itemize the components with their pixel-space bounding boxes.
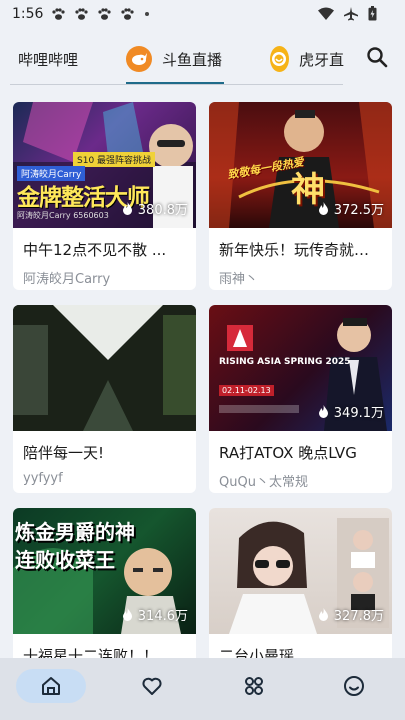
nav-favorites[interactable]: [117, 669, 187, 703]
heart-icon: [142, 677, 162, 695]
battery-icon: [368, 6, 377, 21]
tab-douyu[interactable]: 斗鱼直播: [126, 36, 225, 84]
stream-card[interactable]: RISING ASIA SPRING 2025 02.11-02.13 349.…: [209, 305, 392, 493]
flame-icon: [122, 608, 132, 621]
thumbnail-art: [13, 305, 196, 431]
thumbnail-event-date: 02.11-02.13: [219, 385, 274, 396]
paw-notification-icon: [75, 8, 89, 20]
search-icon[interactable]: [365, 45, 389, 69]
platform-tabs: 哔哩哔哩 斗鱼直播 虎牙直: [0, 36, 405, 86]
viewer-count: 327.8万: [318, 605, 384, 624]
flame-icon: [318, 608, 328, 621]
stream-card[interactable]: 陪伴每一天! yyfyyf: [13, 305, 196, 493]
stream-title: 新年快乐！玩传奇就…: [219, 241, 370, 259]
apps-icon: [245, 677, 263, 695]
system-icons: [318, 6, 377, 21]
viewer-count: 349.1万: [318, 402, 384, 421]
more-notifications-dot: [145, 12, 150, 16]
flame-icon: [122, 202, 132, 215]
airplane-icon: [344, 6, 358, 20]
viewer-count: 380.8万: [122, 199, 188, 218]
tab-label: 斗鱼直播: [162, 50, 223, 69]
status-time: 1:56: [12, 6, 44, 22]
flame-icon: [318, 202, 328, 215]
huya-logo-icon: [270, 46, 289, 72]
tab-bilibili[interactable]: 哔哩哔哩: [18, 36, 78, 82]
status-bar: 1:56: [0, 0, 405, 28]
smile-icon: [344, 676, 364, 696]
douyu-logo-icon: [126, 46, 152, 72]
tab-label: 虎牙直: [298, 50, 344, 69]
nav-profile[interactable]: [319, 669, 389, 703]
stream-thumbnail: 327.8万: [209, 508, 392, 634]
stream-title: 陪伴每一天!: [23, 444, 105, 462]
stream-thumbnail: S10 最强阵容挑战 阿涛皎月Carry 金牌整活大师 阿涛皎月Carry 65…: [13, 102, 196, 228]
wifi-icon: [318, 7, 334, 20]
thumbnail-caption-line2: 连败收菜王: [15, 548, 115, 572]
streamer-name: 阿涛皎月Carry: [23, 272, 111, 287]
stream-thumbnail: [13, 305, 196, 431]
stream-thumbnail: RISING ASIA SPRING 2025 02.11-02.13 349.…: [209, 305, 392, 431]
streamer-name: QuQu丶太常规: [219, 475, 308, 490]
home-icon: [42, 677, 60, 695]
nav-categories[interactable]: [219, 669, 289, 703]
paw-notification-icon: [121, 8, 135, 20]
stream-card[interactable]: S10 最强阵容挑战 阿涛皎月Carry 金牌整活大师 阿涛皎月Carry 65…: [13, 102, 196, 290]
viewer-count: 372.5万: [318, 199, 384, 218]
paw-notification-icon: [98, 8, 112, 20]
thumbnail-caption: 炼金男爵的神: [15, 520, 135, 544]
thumbnail-subcaption: 阿涛皎月Carry 6560603: [17, 211, 109, 220]
tab-label: 哔哩哔哩: [18, 50, 79, 69]
paw-notification-icon: [52, 8, 66, 20]
nav-home[interactable]: [16, 669, 86, 703]
stream-thumbnail: 致敬每一段热爱 神 372.5万: [209, 102, 392, 228]
stream-title: RA打ATOX 晚点LVG: [219, 444, 357, 462]
bottom-navigation: [0, 658, 405, 720]
tab-huya[interactable]: 虎牙直: [270, 36, 344, 82]
thumbnail-banner: S10 最强阵容挑战: [73, 152, 156, 167]
thumbnail-event-name: RISING ASIA SPRING 2025: [219, 357, 351, 367]
viewer-count: 314.6万: [122, 605, 188, 624]
stream-title: 中午12点不见不散 ...: [23, 241, 167, 259]
streamer-name: yyfyyf: [23, 471, 63, 486]
streamer-name: 雨神丶: [219, 272, 259, 287]
stream-card[interactable]: 致敬每一段热爱 神 372.5万 新年快乐！玩传奇就… 雨神丶: [209, 102, 392, 290]
flame-icon: [318, 405, 328, 418]
stream-thumbnail: 炼金男爵的神 连败收菜王 314.6万: [13, 508, 196, 634]
tabs-divider: [10, 84, 343, 85]
